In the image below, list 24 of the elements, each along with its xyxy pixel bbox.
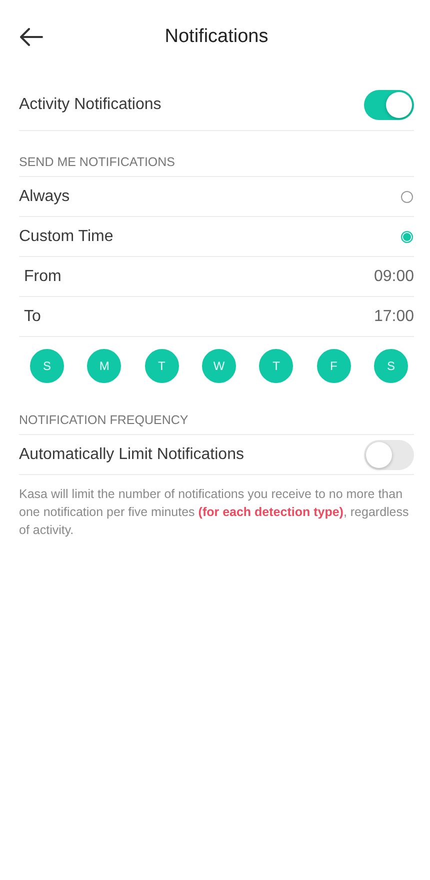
- option-label: Custom Time: [19, 228, 114, 246]
- day-button[interactable]: T: [259, 349, 294, 383]
- toggle-switch[interactable]: [364, 440, 414, 470]
- day-button[interactable]: T: [144, 349, 179, 383]
- radio-button[interactable]: [401, 230, 413, 242]
- day-button[interactable]: F: [316, 349, 351, 383]
- time-label: From: [24, 268, 62, 286]
- setting-label: Activity Notifications: [19, 96, 162, 114]
- setting-label: Automatically Limit Notifications: [19, 446, 244, 464]
- day-button[interactable]: W: [202, 349, 236, 383]
- time-value[interactable]: 17:00: [374, 308, 414, 326]
- screen-title: Notifications: [164, 26, 268, 48]
- section-heading: NOTIFICATION FREQUENCY: [19, 413, 414, 435]
- time-label: To: [24, 308, 41, 326]
- back-arrow-icon[interactable]: [19, 28, 43, 46]
- section-heading: SEND ME NOTIFICATIONS: [19, 155, 414, 177]
- day-button[interactable]: S: [374, 349, 408, 383]
- radio-button[interactable]: [401, 190, 413, 202]
- description-text: Kasa will limit the number of notifications you receive to no more than one notification per five minutes (for each detection type), regardless of activity.: [19, 486, 410, 539]
- day-button[interactable]: M: [87, 349, 122, 383]
- option-label: Always: [19, 188, 70, 206]
- time-value[interactable]: 09:00: [374, 268, 414, 286]
- toggle-switch[interactable]: [364, 90, 414, 120]
- day-button[interactable]: S: [30, 349, 64, 383]
